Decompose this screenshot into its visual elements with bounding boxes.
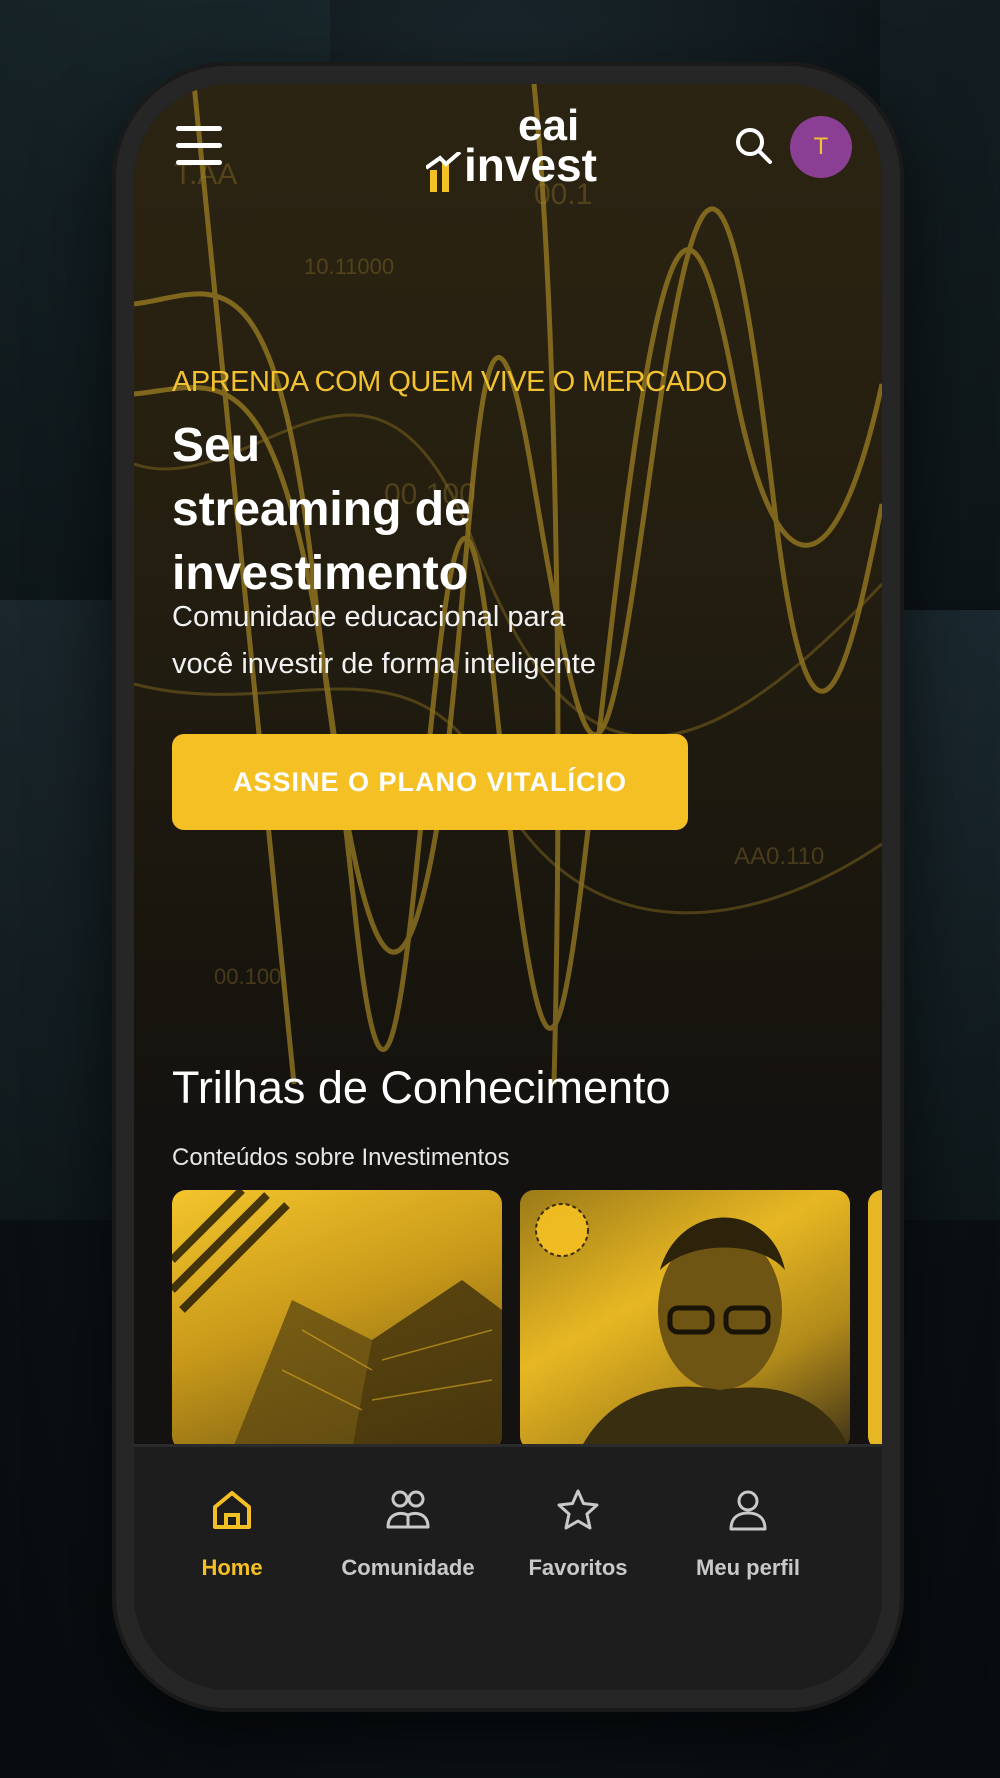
- subtitle-line: Comunidade educacional para: [172, 601, 566, 633]
- nav-favoritos[interactable]: Favoritos: [488, 1487, 668, 1607]
- logo-text-bottom: invest: [464, 139, 597, 191]
- nav-label: Favoritos: [528, 1555, 628, 1580]
- nav-label: Comunidade: [341, 1555, 475, 1580]
- app-screen: T.AA 00.1 10.11000 00.100 AA0.110 00.100: [134, 84, 882, 1690]
- svg-text:AA0.110: AA0.110: [734, 843, 824, 870]
- section-title: Trilhas de Conhecimento: [172, 1062, 671, 1113]
- menu-icon[interactable]: [176, 126, 222, 166]
- nav-meu-perfil[interactable]: Meu perfil: [658, 1487, 838, 1607]
- nav-label: Meu perfil: [696, 1555, 800, 1580]
- hero-subtitle: Comunidade educacional para você investi…: [172, 594, 732, 688]
- track-card-partial[interactable]: [868, 1190, 882, 1450]
- subscribe-button[interactable]: ASSINE O PLANO VITALÍCIO: [172, 734, 688, 830]
- phone-frame: T.AA 00.1 10.11000 00.100 AA0.110 00.100: [116, 66, 900, 1708]
- section-subtitle: Conteúdos sobre Investimentos: [172, 1144, 510, 1171]
- track-card-buildings[interactable]: [172, 1190, 502, 1450]
- person-image: [535, 1203, 850, 1450]
- community-icon: [386, 1490, 430, 1529]
- logo-bars-icon: [426, 152, 462, 192]
- track-card-person[interactable]: [520, 1190, 850, 1450]
- home-icon: [213, 1491, 251, 1529]
- svg-text:10.11000: 10.11000: [304, 254, 394, 279]
- svg-text:00.100: 00.100: [214, 964, 281, 989]
- user-icon: [729, 1490, 767, 1531]
- hero-headline: Seu streaming de investimento: [172, 414, 692, 606]
- nav-label: Home: [201, 1555, 263, 1580]
- hero-banner: T.AA 00.1 10.11000 00.100 AA0.110 00.100: [134, 84, 882, 1134]
- hero-eyebrow: APRENDA COM QUEM VIVE O MERCADO: [172, 366, 727, 398]
- subtitle-line: você investir de forma inteligente: [172, 648, 596, 680]
- avatar[interactable]: T: [790, 116, 852, 178]
- nav-comunidade[interactable]: Comunidade: [318, 1487, 498, 1607]
- star-icon: [557, 1489, 599, 1530]
- brand-logo[interactable]: eai invest: [426, 104, 606, 192]
- headline-line: streaming de: [172, 483, 471, 536]
- headline-line: Seu: [172, 419, 261, 472]
- top-bar: eai invest T: [134, 84, 882, 204]
- bottom-nav: Home Comunidade Favoritos Meu perfil: [134, 1444, 882, 1690]
- buildings-image: [172, 1190, 502, 1450]
- nav-home[interactable]: Home: [142, 1487, 322, 1607]
- search-icon[interactable]: [732, 124, 776, 168]
